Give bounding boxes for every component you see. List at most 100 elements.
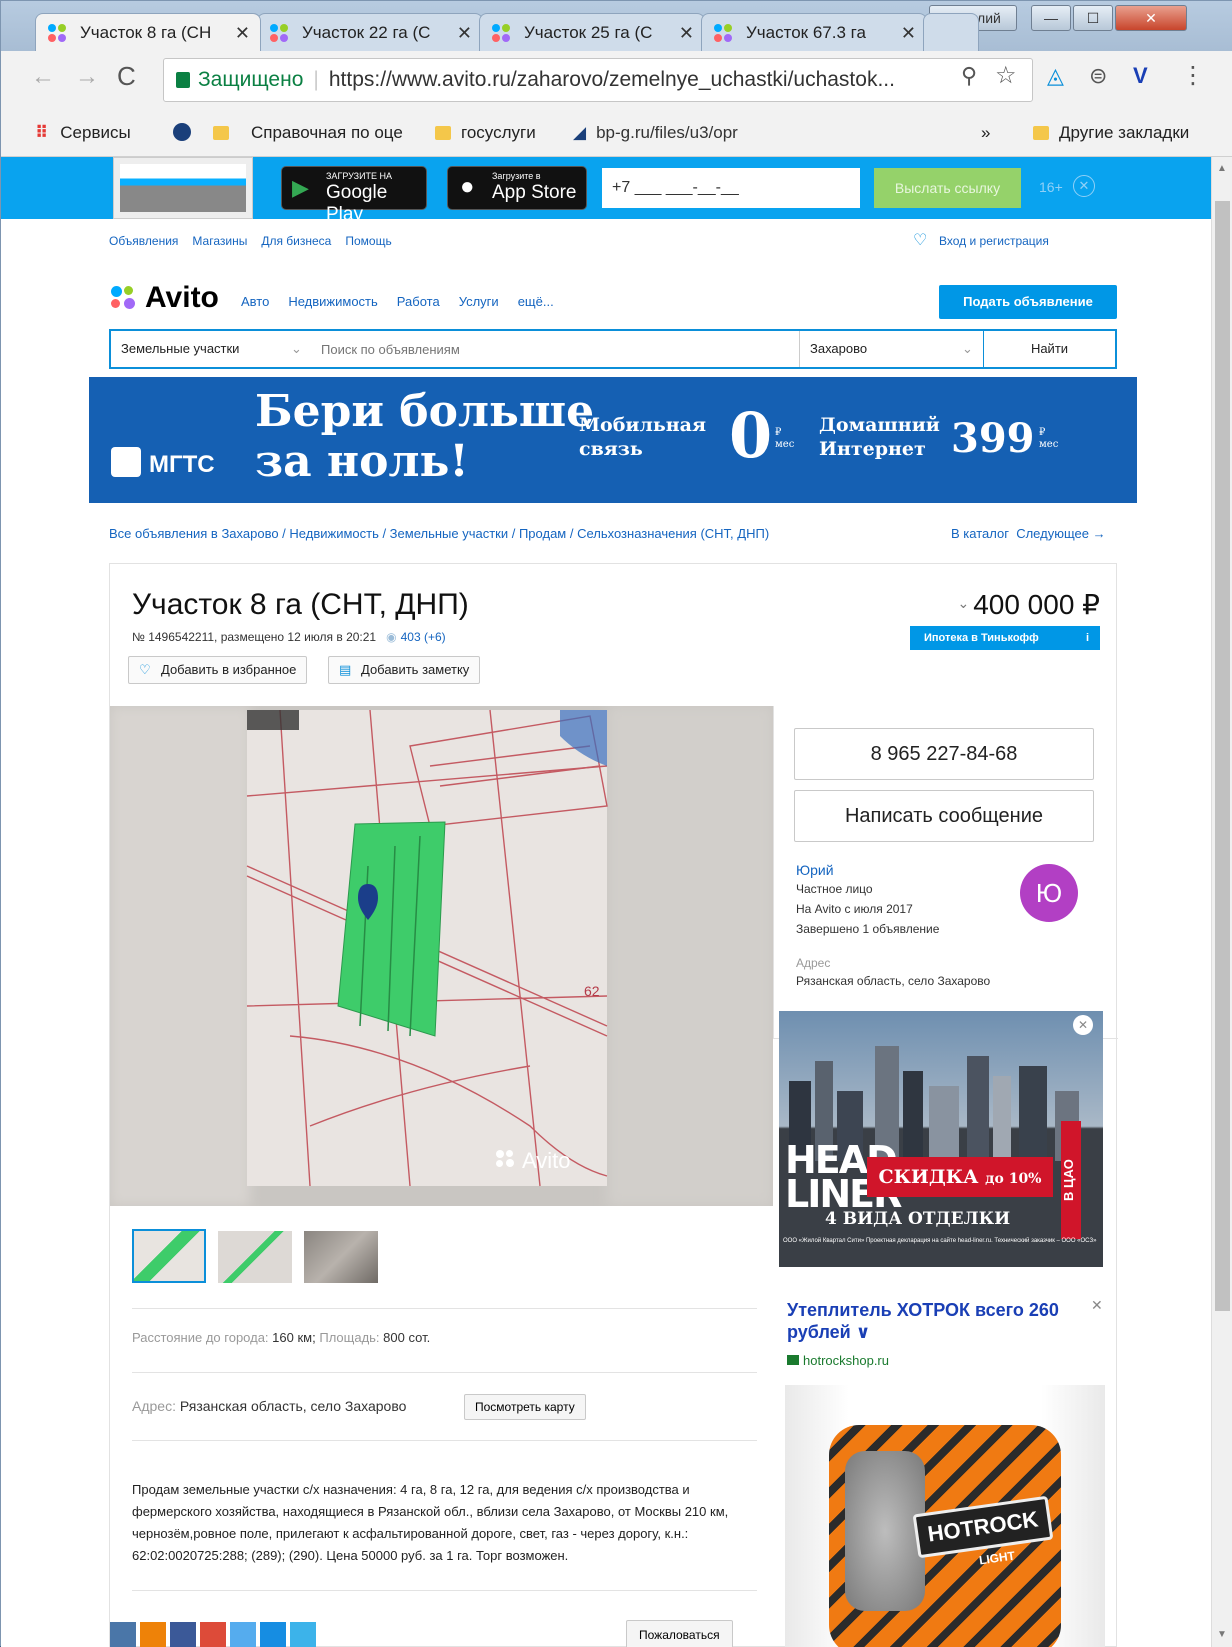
- close-icon[interactable]: ✕: [1073, 1015, 1093, 1035]
- mortgage-button[interactable]: Ипотека в Тинькофф i: [910, 626, 1100, 650]
- hotrock-ad-title[interactable]: Утеплитель ХОТРОК всего 260 рублей ∨: [787, 1299, 1087, 1343]
- close-window-button[interactable]: ✕: [1115, 5, 1187, 31]
- back-icon[interactable]: ←: [31, 63, 55, 91]
- nav-auto[interactable]: Авто: [241, 294, 269, 309]
- login-link[interactable]: Вход и регистрация: [939, 234, 1049, 248]
- apps-bookmark[interactable]: ⠿ Сервисы: [35, 123, 131, 143]
- forward-icon[interactable]: →: [75, 63, 99, 91]
- extension-icon[interactable]: ⊜: [1089, 63, 1107, 89]
- new-tab-button[interactable]: [923, 13, 979, 51]
- more-bookmarks[interactable]: »: [981, 123, 990, 143]
- add-note-button[interactable]: ▤ Добавить заметку: [328, 656, 481, 684]
- page-title: Участок 8 га (СНТ, ДНП): [132, 588, 469, 621]
- vk-icon[interactable]: [110, 1622, 136, 1647]
- reload-icon[interactable]: C: [117, 61, 136, 92]
- mgts-banner[interactable]: МГТС Бери больше за ноль! Мобильная связь …: [89, 377, 1137, 503]
- google-plus-icon[interactable]: [200, 1622, 226, 1647]
- nav-shops[interactable]: Магазины: [192, 234, 247, 248]
- views-count[interactable]: 403 (+6): [401, 630, 446, 644]
- zoom-icon[interactable]: ⚲: [961, 63, 977, 89]
- location-select[interactable]: Захарово ⌄: [799, 331, 983, 367]
- bookmark-icon-item[interactable]: [173, 123, 191, 146]
- bookmark-folder-1[interactable]: Справочная по оце: [213, 123, 403, 143]
- nav-ads[interactable]: Объявления: [109, 234, 178, 248]
- thumbnail-1[interactable]: [132, 1229, 206, 1283]
- complain-button[interactable]: Пожаловаться: [626, 1620, 733, 1647]
- search-button[interactable]: Найти: [983, 331, 1115, 367]
- tab-title: Участок 8 га (СН: [80, 23, 212, 42]
- cadastral-map-image: 62: [110, 706, 773, 1206]
- thumbnail-3[interactable]: [304, 1231, 378, 1283]
- seller-name[interactable]: Юрий: [796, 862, 834, 878]
- nav-jobs[interactable]: Работа: [397, 294, 440, 309]
- product-sub: LIGHT: [978, 1548, 1016, 1568]
- info-icon: i: [1086, 632, 1090, 644]
- search-input[interactable]: [311, 331, 801, 367]
- post-ad-button[interactable]: Подать объявление: [939, 285, 1117, 319]
- tab-close-icon[interactable]: ✕: [235, 14, 250, 51]
- nav-business[interactable]: Для бизнеса: [261, 234, 331, 248]
- internet-price: 399: [951, 415, 1035, 462]
- folder-icon: [435, 126, 451, 140]
- send-message-button[interactable]: Написать сообщение: [794, 790, 1094, 842]
- breadcrumb[interactable]: Все объявления в Захарово / Недвижимость…: [109, 526, 769, 541]
- tab-close-icon[interactable]: ✕: [901, 14, 916, 51]
- tab-close-icon[interactable]: ✕: [457, 14, 472, 51]
- bookmark-star-icon[interactable]: ☆: [995, 61, 1017, 90]
- nav-help[interactable]: Помощь: [345, 234, 391, 248]
- mailru-icon[interactable]: [260, 1622, 286, 1647]
- next-link[interactable]: Следующее →: [1016, 526, 1105, 541]
- category-select[interactable]: Земельные участки ⌄: [111, 331, 311, 367]
- close-icon[interactable]: ✕: [1073, 175, 1095, 197]
- twitter-icon[interactable]: [230, 1622, 256, 1647]
- show-map-button[interactable]: Посмотреть карту: [464, 1394, 586, 1420]
- ok-icon[interactable]: [140, 1622, 166, 1647]
- price: ⌄ 400 000 ₽: [910, 588, 1100, 621]
- avito-logo[interactable]: Avito: [111, 281, 219, 315]
- heart-icon[interactable]: ♡: [913, 230, 927, 250]
- send-link-button[interactable]: Выслать ссылку: [874, 168, 1021, 208]
- minimize-button[interactable]: —: [1031, 5, 1071, 31]
- tab-4[interactable]: Участок 67.3 га ✕: [701, 13, 927, 51]
- ad-discount: СКИДКА до 10%: [867, 1157, 1053, 1197]
- app-store-button[interactable]: ● Загрузите в App Store: [447, 166, 587, 210]
- scrollbar-thumb[interactable]: [1215, 201, 1230, 1311]
- tab-3[interactable]: Участок 25 га (С ✕: [479, 13, 705, 51]
- bookmark-link[interactable]: ◢ bp-g.ru/files/u3/opr: [573, 123, 738, 143]
- listing-photo[interactable]: 62 Avito: [110, 706, 773, 1206]
- nav-realty[interactable]: Недвижимость: [288, 294, 377, 309]
- close-icon[interactable]: ✕: [1091, 1297, 1103, 1314]
- chevron-down-icon[interactable]: ⌄: [957, 595, 969, 611]
- nav-services[interactable]: Услуги: [459, 294, 499, 309]
- facebook-icon[interactable]: [170, 1622, 196, 1647]
- nav-more[interactable]: ещё...: [518, 294, 554, 309]
- tab-close-icon[interactable]: ✕: [679, 14, 694, 51]
- scroll-up-icon[interactable]: ▲: [1217, 163, 1227, 174]
- tab-2[interactable]: Участок 22 га (С ✕: [257, 13, 483, 51]
- other-bookmarks[interactable]: Другие закладки: [1033, 123, 1189, 143]
- divider: [132, 1590, 757, 1591]
- heart-icon: ♡: [139, 662, 151, 677]
- avatar[interactable]: Ю: [1020, 864, 1078, 922]
- phone-button[interactable]: 8 965 227-84-68: [794, 728, 1094, 780]
- bookmark-folder-2[interactable]: госуслуги: [435, 123, 536, 143]
- location-value: Захарово: [810, 341, 868, 356]
- phone-input[interactable]: [602, 168, 860, 208]
- ad-finish: 4 ВИДА ОТДЕЛКИ: [825, 1209, 1011, 1229]
- extension-icon[interactable]: V: [1133, 63, 1148, 89]
- tab-1[interactable]: Участок 8 га (СН ✕: [35, 13, 261, 51]
- google-play-button[interactable]: ▶ ЗАГРУЗИТЕ НА Google Play: [281, 166, 427, 225]
- extension-icon[interactable]: ◬: [1047, 63, 1064, 89]
- offer-line: Домашний: [819, 414, 940, 436]
- menu-icon[interactable]: ⋮: [1181, 61, 1205, 90]
- catalog-link[interactable]: В каталог: [951, 526, 1009, 541]
- scrollbar[interactable]: ▲ ▼: [1211, 157, 1232, 1647]
- address-bar[interactable]: Защищено | https://www.avito.ru/zaharovo/z…: [163, 58, 1033, 102]
- hotrock-ad-site[interactable]: hotrockshop.ru: [787, 1353, 889, 1368]
- add-favorite-button[interactable]: ♡ Добавить в избранное: [128, 656, 308, 684]
- thumbnail-2[interactable]: [218, 1231, 292, 1283]
- scroll-down-icon[interactable]: ▼: [1217, 1629, 1227, 1640]
- maximize-button[interactable]: ☐: [1073, 5, 1113, 31]
- share-icon[interactable]: [290, 1622, 316, 1647]
- headliner-ad[interactable]: HEAD LINER СКИДКА до 10% В ЦАО 4 ВИДА ОТД…: [779, 1011, 1103, 1267]
